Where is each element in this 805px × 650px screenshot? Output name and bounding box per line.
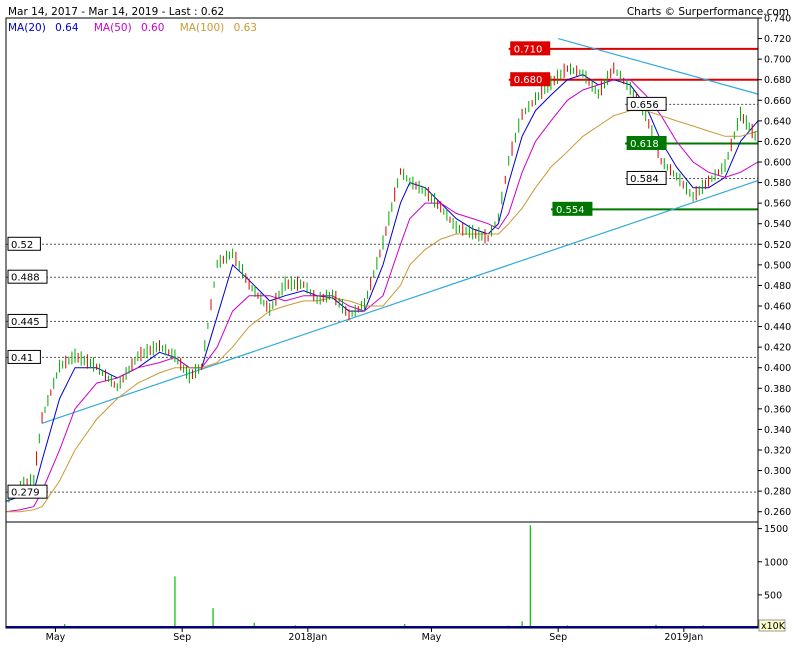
price-tick-label: 0.720 bbox=[764, 34, 791, 45]
price-tick-label: 0.560 bbox=[764, 199, 791, 210]
level-label: 0.656 bbox=[630, 100, 659, 111]
level-label: 0.618 bbox=[630, 139, 659, 150]
price-tick-label: 0.440 bbox=[764, 322, 791, 333]
price-tick-label: 0.740 bbox=[764, 14, 791, 25]
ma-line-ma100 bbox=[6, 110, 759, 513]
level-label: 0.680 bbox=[514, 75, 543, 86]
level-label: 0.445 bbox=[11, 317, 40, 328]
x-tick-label: 2018Jan bbox=[288, 632, 327, 643]
price-tick-label: 0.320 bbox=[764, 446, 791, 457]
volume-tick-label: 1000 bbox=[764, 557, 788, 568]
price-tick-label: 0.580 bbox=[764, 178, 791, 189]
x-tick-label: Sep bbox=[549, 632, 567, 643]
price-tick-label: 0.300 bbox=[764, 466, 791, 477]
price-tick-label: 0.640 bbox=[764, 116, 791, 127]
level-label: 0.554 bbox=[556, 205, 585, 216]
price-tick-label: 0.520 bbox=[764, 240, 791, 251]
level-label: 0.52 bbox=[11, 240, 33, 251]
price-tick-label: 0.500 bbox=[764, 260, 791, 271]
price-tick-label: 0.260 bbox=[764, 507, 791, 518]
x-tick-label: May bbox=[422, 632, 442, 643]
level-label: 0.710 bbox=[514, 44, 543, 55]
price-tick-label: 0.400 bbox=[764, 363, 791, 374]
price-tick-label: 0.680 bbox=[764, 75, 791, 86]
level-label: 0.279 bbox=[11, 488, 40, 499]
x-tick-label: Sep bbox=[173, 632, 191, 643]
x-tick-label: 2019Jan bbox=[664, 632, 703, 643]
x-tick-label: May bbox=[46, 632, 66, 643]
level-label: 0.41 bbox=[11, 353, 33, 364]
level-label: 0.584 bbox=[630, 174, 659, 185]
volume-unit-label: x10K bbox=[761, 621, 786, 632]
stock-chart: 0.740 0.720 0.700 0.680 0.660 0.640 0.620 0.600… bbox=[5, 14, 791, 643]
price-tick-label: 0.340 bbox=[764, 425, 791, 436]
price-tick-label: 0.540 bbox=[764, 219, 791, 230]
price-tick-label: 0.360 bbox=[764, 404, 791, 415]
volume-tick-label: 500 bbox=[764, 590, 782, 601]
price-tick-label: 0.420 bbox=[764, 343, 791, 354]
price-tick-label: 0.380 bbox=[764, 384, 791, 395]
price-tick-label: 0.620 bbox=[764, 137, 791, 148]
trendline bbox=[41, 179, 759, 424]
level-label: 0.488 bbox=[11, 273, 40, 284]
price-panel-frame bbox=[5, 17, 759, 523]
price-tick-label: 0.700 bbox=[764, 55, 791, 66]
price-tick-label: 0.480 bbox=[764, 281, 791, 292]
price-tick-label: 0.280 bbox=[764, 487, 791, 498]
volume-tick-label: 1500 bbox=[764, 524, 788, 535]
price-tick-label: 0.660 bbox=[764, 96, 791, 107]
volume-panel-frame bbox=[5, 521, 759, 629]
trendline bbox=[557, 37, 759, 95]
price-tick-label: 0.600 bbox=[764, 158, 791, 169]
price-tick-label: 0.460 bbox=[764, 302, 791, 313]
